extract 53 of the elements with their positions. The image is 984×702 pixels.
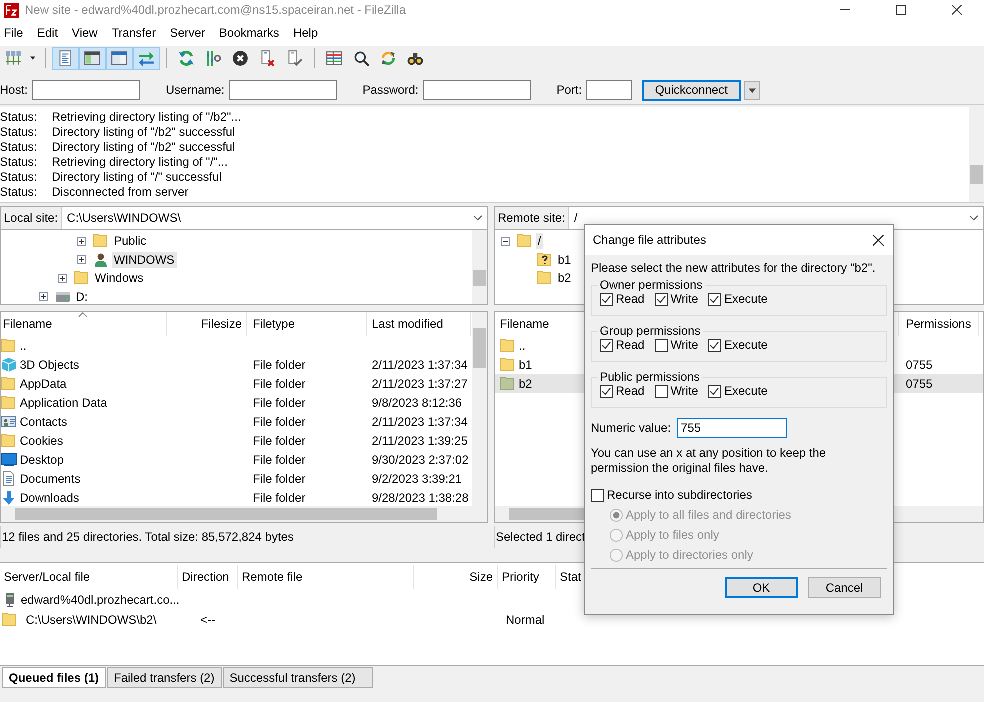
table-cell: 9/30/2023 2:37:02 [372,452,469,466]
table-cell: File folder [253,434,306,448]
dialog-title: Change file attributes [593,233,706,247]
site-label: Remote site: [495,207,570,229]
table-cell: edward%40dl.prozhecart.co... [21,592,180,606]
table-cell: 9/28/2023 1:38:28 [372,490,469,504]
log-message: Retrieving directory listing of "/b2"... [52,110,242,124]
status-text: 12 files and 25 directories. Total size: 85,572,824 bytes [2,530,294,544]
table-cell: 2/11/2023 1:37:34 [372,414,468,428]
log-label: Status: [0,170,38,184]
field-label: Host: [0,83,28,97]
status-text: Selected 1 direct [496,530,586,544]
group-title: Public permissions [599,370,702,384]
dialog-text: Please select the new attributes for the directory "b2". [591,261,877,275]
log-message: Directory listing of "/" successful [52,170,222,184]
log-message: Disconnected from server [52,184,189,198]
table-cell: 2/11/2023 1:37:34 [372,358,468,372]
log-label: Status: [0,154,38,168]
window-title: New site - edward%40dl.prozhecart.com@ns15.spaceiran.net - FileZilla [25,3,406,17]
log-label: Status: [0,110,38,124]
table-cell: File folder [253,472,306,486]
log-label: Status: [0,184,38,198]
field-label: Password: [362,83,419,97]
table-cell: 2/11/2023 1:39:25 [372,434,468,448]
log-label: Status: [0,140,38,154]
table-cell: File folder [253,358,306,372]
table-cell: <-- [200,612,216,626]
table-cell: 0755 [906,376,933,390]
table-cell: C:\Users\WINDOWS\b2\ [26,612,157,626]
table-cell: File folder [253,452,306,466]
field-label: Port: [556,83,582,97]
table-cell: 0755 [906,358,933,372]
log-label: Status: [0,124,38,138]
table-cell: File folder [253,376,306,390]
log-message: Directory listing of "/b2" successful [52,140,236,154]
log-message: Retrieving directory listing of "/"... [52,154,228,168]
log-message: Directory listing of "/b2" successful [52,124,236,138]
table-cell: File folder [253,490,306,504]
table-cell: 9/2/2023 3:39:21 [372,472,462,486]
table-cell: 9/8/2023 8:12:36 [372,396,462,410]
file-name: b2 [519,376,532,390]
table-cell: File folder [253,396,306,410]
field-label: Numeric value: [591,421,672,435]
group-title: Group permissions [599,324,702,338]
field-label: Username: [166,83,225,97]
hint-text: You can use an x at any position to keep the permission the original files have. [591,446,828,476]
file-name: b1 [519,358,532,372]
site-label: Local site: [1,207,62,229]
table-cell: Normal [506,612,545,626]
table-cell: File folder [253,414,306,428]
group-title: Owner permissions [599,278,704,292]
table-cell: 2/11/2023 1:37:27 [372,376,468,390]
file-name: .. [519,338,526,352]
